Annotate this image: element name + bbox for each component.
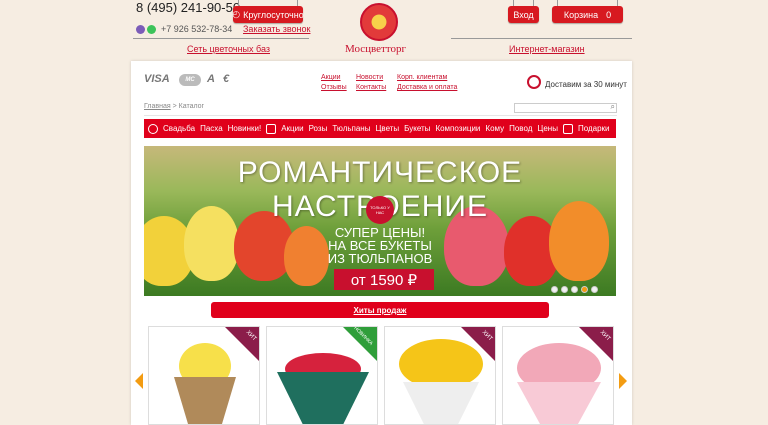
- slider-dots: [551, 286, 598, 293]
- stores-link[interactable]: Сеть цветочных баз: [187, 44, 270, 54]
- category-flowers[interactable]: Цветы: [375, 124, 399, 133]
- nav-col1: Акции Отзывы: [321, 73, 347, 93]
- hit-ribbon: [579, 327, 613, 361]
- breadcrumb-current: Каталог: [178, 103, 205, 110]
- divider: [144, 115, 617, 116]
- search-input[interactable]: ⌕: [514, 102, 617, 113]
- category-roses[interactable]: Розы: [309, 124, 328, 133]
- nav-link-reviews[interactable]: Отзывы: [321, 83, 347, 93]
- shop-link[interactable]: Интернет-магазин: [509, 44, 585, 54]
- slider-dot[interactable]: [591, 286, 598, 293]
- hit-ribbon: [461, 327, 495, 361]
- breadcrumb-sep: >: [172, 103, 177, 110]
- promo-price: от 1590 ₽: [334, 269, 434, 290]
- slider-dot[interactable]: [571, 286, 578, 293]
- nav-col2: Новости Контакты: [356, 73, 386, 93]
- rings-icon: [148, 123, 158, 134]
- phone2: +7 926 532-78-34: [136, 24, 232, 34]
- visa-icon: VISA: [144, 73, 170, 85]
- promo-banner[interactable]: РОМАНТИЧЕСКОЕ НАСТРОЕНИЕ ТОЛЬКО У НАС СУ…: [144, 146, 616, 296]
- euro-icon: €: [223, 73, 230, 85]
- product-card[interactable]: НОВИНКА: [266, 326, 378, 425]
- promo-line-3: ИЗ ТЮЛЬПАНОВ: [327, 251, 433, 266]
- category-gifts[interactable]: Подарки: [578, 124, 610, 133]
- category-bar: Свадьба Пасха Новинки! Акции Розы Тюльпа…: [144, 119, 616, 138]
- carousel-next-icon[interactable]: [619, 373, 627, 389]
- delivery-clock-icon: [527, 75, 541, 89]
- viber-icon: [136, 24, 145, 34]
- whatsapp-icon: [147, 24, 156, 34]
- category-occasion[interactable]: Повод: [509, 124, 532, 133]
- hit-ribbon: [225, 327, 259, 361]
- divider: [451, 38, 632, 39]
- alfa-icon: A: [207, 73, 215, 85]
- tulip-image: [284, 226, 329, 286]
- wrapping-image: [403, 382, 479, 424]
- product-card[interactable]: ХИТ: [384, 326, 496, 425]
- nav-link-news[interactable]: Новости: [356, 73, 386, 83]
- category-prices[interactable]: Цены: [537, 124, 558, 133]
- gift-icon: [562, 123, 573, 134]
- product-card[interactable]: ХИТ: [502, 326, 614, 425]
- category-wedding[interactable]: Свадьба: [163, 124, 195, 133]
- header-phone[interactable]: 8 (495) 241-90-50: [136, 0, 240, 15]
- slider-dot[interactable]: [551, 286, 558, 293]
- clock-icon: ◴: [232, 9, 241, 19]
- delivery-text: Доставим за 30 минут: [545, 80, 627, 89]
- nav-link-corporate[interactable]: Корп. клиентам: [397, 73, 457, 83]
- category-new[interactable]: Новинки!: [228, 124, 262, 133]
- callback-link[interactable]: Заказать звонок: [243, 24, 310, 34]
- wrapping-image: [277, 372, 369, 424]
- hours-label: Круглосуточно: [243, 9, 304, 20]
- promo-text: СУПЕР ЦЕНЫ! НА ВСЕ БУКЕТЫ ИЗ ТЮЛЬПАНОВ: [326, 226, 434, 265]
- product-card[interactable]: ХИТ: [148, 326, 260, 425]
- logo[interactable]: [360, 3, 398, 41]
- login-label: Вход: [513, 9, 534, 20]
- cart-label: Корзина: [563, 9, 599, 20]
- category-tulips[interactable]: Тюльпаны: [332, 124, 370, 133]
- nav-link-delivery[interactable]: Доставка и оплата: [397, 83, 457, 93]
- main-card: VISA MC A € Акции Отзывы Новости Контакт…: [131, 61, 632, 425]
- breadcrumb: Главная > Каталог: [144, 103, 204, 110]
- exclusive-badge: ТОЛЬКО У НАС: [366, 196, 394, 224]
- carousel-prev-icon[interactable]: [135, 373, 143, 389]
- category-compositions[interactable]: Композиции: [435, 124, 480, 133]
- category-bouquets[interactable]: Букеты: [404, 124, 430, 133]
- divider: [133, 38, 309, 39]
- category-for-whom[interactable]: Кому: [485, 124, 504, 133]
- nav-link-contacts[interactable]: Контакты: [356, 83, 386, 93]
- cart-button[interactable]: Корзина 0: [552, 0, 623, 23]
- percent-icon: [266, 123, 277, 134]
- slider-dot[interactable]: [561, 286, 568, 293]
- nav-link-promo[interactable]: Акции: [321, 73, 347, 83]
- category-easter[interactable]: Пасха: [200, 124, 223, 133]
- wrapping-image: [174, 377, 236, 424]
- slider-dot-active[interactable]: [581, 286, 588, 293]
- phone2-text[interactable]: +7 926 532-78-34: [161, 24, 232, 34]
- breadcrumb-home[interactable]: Главная: [144, 103, 171, 110]
- nav-col3: Корп. клиентам Доставка и оплата: [397, 73, 457, 93]
- hits-title[interactable]: Хиты продаж: [211, 302, 549, 318]
- logo-text: Мосцветторг: [345, 43, 407, 55]
- mastercard-icon: MC: [179, 74, 201, 86]
- category-promo[interactable]: Акции: [281, 124, 303, 133]
- search-icon[interactable]: ⌕: [611, 102, 615, 112]
- cart-count: 0: [606, 9, 612, 20]
- login-button[interactable]: Вход: [508, 0, 539, 23]
- hours-button[interactable]: ◴ Круглосуточно: [232, 0, 304, 23]
- wrapping-image: [517, 382, 601, 424]
